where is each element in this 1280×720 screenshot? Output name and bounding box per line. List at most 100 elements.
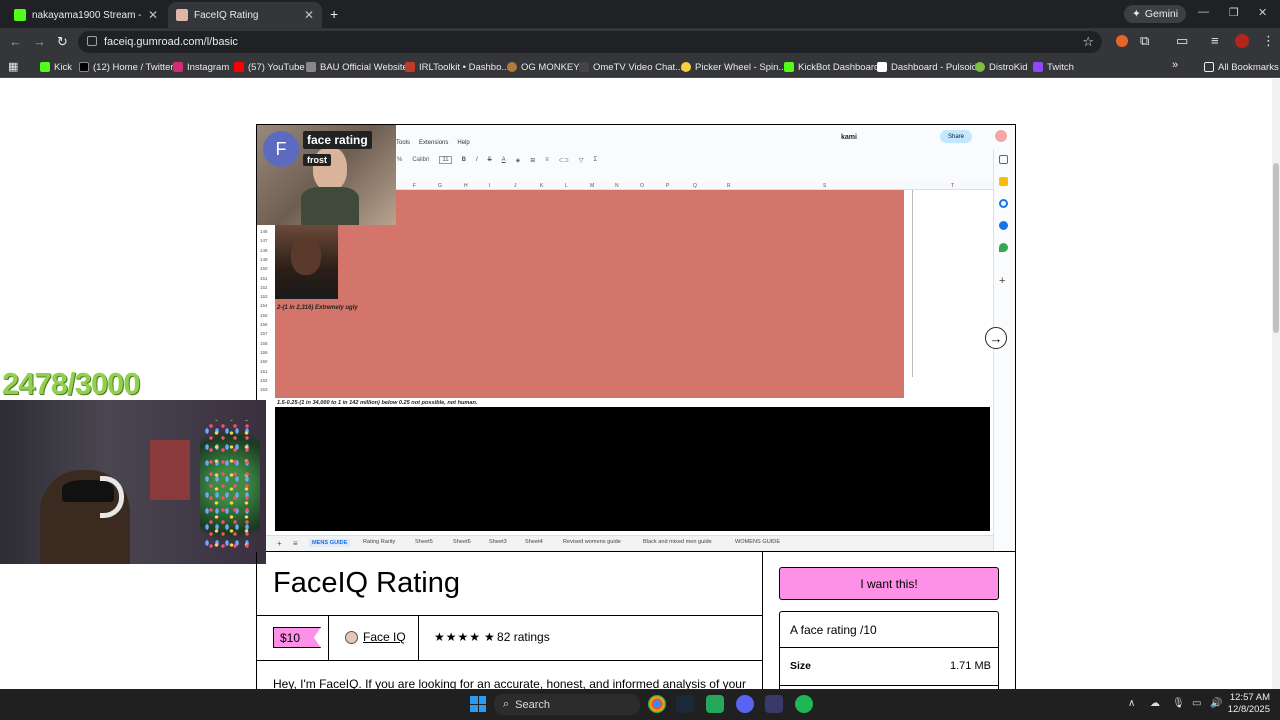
row-number[interactable]: 150 [260, 266, 268, 271]
scrollbar-thumb[interactable] [1273, 163, 1279, 333]
onedrive-icon[interactable]: ☁ [1150, 698, 1160, 709]
tray-chevron-icon[interactable]: ∧ [1128, 698, 1135, 709]
menu-kebab-icon[interactable]: ⋮ [1262, 33, 1275, 49]
row-number[interactable]: 153 [260, 294, 268, 299]
bookmark-star-icon[interactable]: ☆ [1082, 34, 1094, 50]
fill-icon[interactable]: ◈ [516, 157, 521, 164]
italic-icon[interactable]: I [476, 157, 478, 163]
app-icon[interactable] [765, 695, 783, 713]
spotify-icon[interactable] [795, 695, 813, 713]
site-info-icon[interactable] [87, 36, 97, 46]
row-number[interactable]: 157 [260, 331, 268, 336]
row-number[interactable]: 159 [260, 350, 268, 355]
row-number[interactable]: 160 [260, 359, 268, 364]
column-header[interactable]: K [540, 183, 543, 189]
row-number[interactable]: 161 [260, 369, 268, 374]
column-header[interactable]: G [438, 183, 442, 189]
sheet-tab[interactable]: Sheet5 [415, 539, 433, 545]
align-icon[interactable]: ≡ [545, 157, 549, 163]
add-addon-icon[interactable]: + [999, 275, 1005, 287]
clock[interactable]: 12:57 AM 12/8/2025 [1226, 692, 1270, 716]
filter-icon[interactable]: ▽ [579, 157, 584, 164]
rating-summary[interactable]: ★★★★ ★ 82 ratings [434, 630, 550, 644]
bookmark-kickbot[interactable]: KickBot Dashboard [784, 60, 879, 74]
tab-faceiq[interactable]: FaceIQ Rating ✕ [168, 2, 322, 28]
row-number[interactable]: 149 [260, 257, 268, 262]
all-sheets-icon[interactable]: ≡ [293, 539, 298, 548]
bookmark-picker-wheel[interactable]: Picker Wheel - Spin... [681, 60, 786, 74]
font-select[interactable]: Calibri [412, 157, 429, 163]
tasks-icon[interactable] [999, 199, 1008, 208]
bookmark-instagram[interactable]: Instagram [173, 60, 229, 74]
taskbar-search[interactable]: ⌕ Search [494, 694, 640, 715]
sheet-tab[interactable]: WOMENS GUIDE [735, 539, 780, 545]
seller-link[interactable]: Face IQ [345, 630, 406, 644]
close-window-button[interactable]: ✕ [1258, 6, 1267, 19]
sheet-tab[interactable]: Sheet6 [453, 539, 471, 545]
mic-icon[interactable]: 🎙 [1172, 698, 1185, 709]
extensions-puzzle-icon[interactable]: ⧉ [1140, 33, 1149, 49]
font-size-input[interactable]: 11 [439, 156, 452, 164]
downloads-icon[interactable]: ≡ [1211, 33, 1219, 48]
apps-grid-icon[interactable]: ▦ [8, 60, 18, 73]
sheet-tab[interactable]: Sheet3 [489, 539, 507, 545]
link-icon[interactable]: ⊂⊃ [559, 157, 569, 164]
buy-button[interactable]: I want this! [779, 567, 999, 600]
bookmark-pulsoid[interactable]: Dashboard - Pulsoid [877, 60, 977, 74]
sheet-tab[interactable]: Revised womens guide [563, 539, 621, 545]
column-header[interactable]: I [489, 183, 490, 189]
column-header[interactable]: R [727, 183, 731, 189]
column-header[interactable]: N [615, 183, 619, 189]
column-header[interactable]: J [514, 183, 517, 189]
gemini-button[interactable]: ✦ Gemini [1124, 5, 1187, 23]
maps-icon[interactable] [999, 243, 1008, 252]
bookmark-og-monkey[interactable]: OG MONKEY [507, 60, 580, 74]
strike-icon[interactable]: S [488, 157, 492, 163]
bold-icon[interactable]: B [462, 157, 466, 163]
row-number[interactable]: 163 [260, 387, 268, 392]
column-header[interactable]: F [413, 183, 416, 189]
network-icon[interactable]: ▭ [1192, 698, 1201, 709]
row-number[interactable]: 147 [260, 238, 268, 243]
bookmark-distrokid[interactable]: DistroKid [975, 60, 1028, 74]
extension-icon[interactable] [1116, 35, 1128, 47]
menu-tools[interactable]: Tools [396, 140, 410, 146]
reload-icon[interactable]: ↻ [57, 35, 68, 49]
column-header[interactable]: H [464, 183, 468, 189]
all-bookmarks-folder[interactable]: All Bookmarks [1204, 60, 1279, 74]
calendar-icon[interactable] [999, 155, 1008, 164]
row-number[interactable]: 158 [260, 341, 268, 346]
close-tab-icon[interactable]: ✕ [304, 8, 314, 22]
row-number[interactable]: 146 [260, 229, 268, 234]
close-tab-icon[interactable]: ✕ [148, 8, 158, 22]
more-bookmarks-chevron-icon[interactable]: » [1172, 59, 1178, 71]
percent-icon[interactable]: % [397, 157, 402, 163]
text-color-icon[interactable]: A [502, 157, 506, 163]
profile-avatar[interactable] [1235, 34, 1249, 48]
bookmark-twitch[interactable]: Twitch [1033, 60, 1074, 74]
minimize-button[interactable]: — [1198, 6, 1209, 18]
steam-icon[interactable] [676, 695, 694, 713]
row-number[interactable]: 155 [260, 313, 268, 318]
column-header[interactable]: L [565, 183, 568, 189]
cast-icon[interactable]: ▭ [1176, 33, 1188, 49]
back-arrow-icon[interactable]: ← [9, 35, 22, 49]
add-sheet-icon[interactable]: + [277, 539, 282, 548]
forward-arrow-icon[interactable]: → [33, 35, 46, 49]
borders-icon[interactable]: ⊞ [530, 157, 535, 164]
bookmark-youtube[interactable]: (57) YouTube [234, 60, 305, 74]
keep-icon[interactable] [999, 177, 1008, 186]
windows-start-icon[interactable] [470, 696, 486, 712]
column-header[interactable]: Q [693, 183, 697, 189]
share-button[interactable]: Share [940, 130, 973, 143]
tab-stream[interactable]: nakayama1900 Stream - Watch ✕ [6, 2, 166, 28]
bookmark-bau[interactable]: BAU Official Website [306, 60, 408, 74]
volume-icon[interactable]: 🔊 [1210, 698, 1222, 709]
app-icon[interactable] [706, 695, 724, 713]
column-header[interactable]: M [590, 183, 594, 189]
row-number[interactable]: 148 [260, 248, 268, 253]
bookmark-twitter[interactable]: (12) Home / Twitter [79, 60, 174, 74]
sheet-tab[interactable]: Sheet4 [525, 539, 543, 545]
row-number[interactable]: 152 [260, 285, 268, 290]
discord-icon[interactable] [736, 695, 754, 713]
